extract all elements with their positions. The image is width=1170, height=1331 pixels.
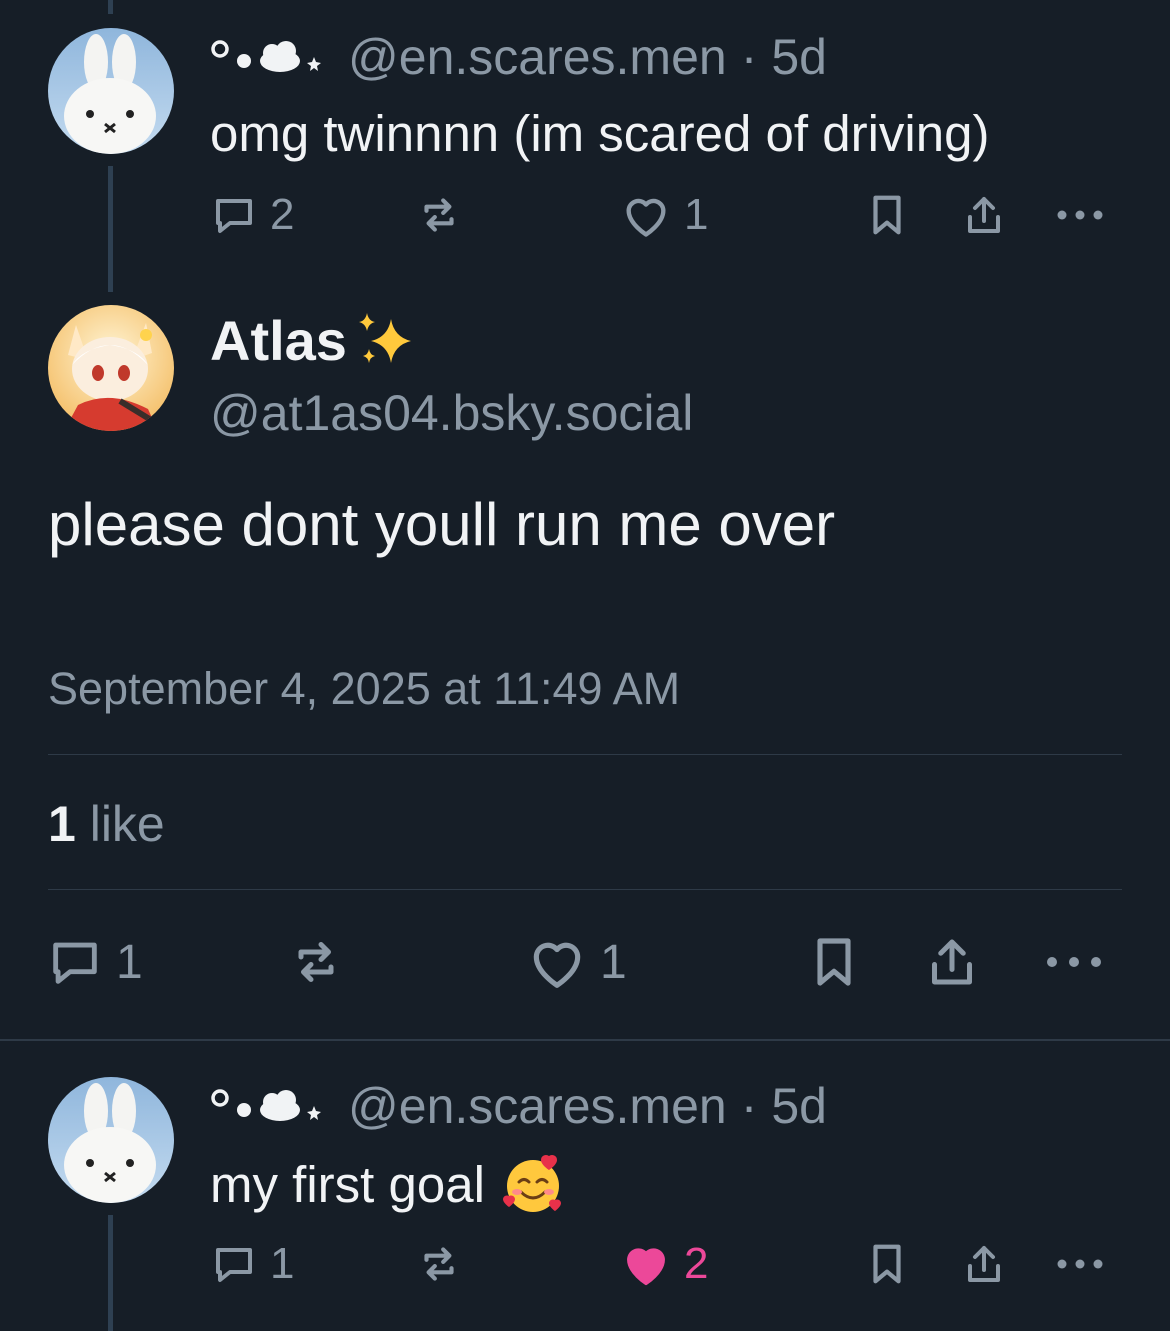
comment-count: 1: [116, 935, 143, 989]
ellipsis-icon: [1047, 957, 1101, 967]
more-options-button[interactable]: [1056, 180, 1104, 250]
more-options-button[interactable]: [1044, 927, 1104, 997]
share-button[interactable]: [922, 927, 982, 997]
comment-icon: [216, 1248, 252, 1282]
repost-button[interactable]: [414, 180, 476, 250]
comment-icon: [216, 199, 252, 233]
reply-bottom-actions: 1 2: [0, 1229, 1170, 1299]
likes-summary-label: like: [89, 796, 165, 852]
bookmark-icon: [817, 938, 851, 986]
reply-age[interactable]: 5d: [771, 1077, 827, 1135]
comment-count: 2: [270, 190, 295, 239]
avatar-en-scares-men[interactable]: [48, 28, 174, 154]
author-handle[interactable]: @at1as04.bsky.social: [210, 384, 693, 442]
comment-icon: [53, 942, 97, 984]
cloud-symbol-name-icon: [211, 1089, 321, 1121]
comment-count: 1: [270, 1239, 295, 1288]
post-timestamp[interactable]: September 4, 2025 at 11:49 AM: [48, 663, 680, 715]
heart-outline-icon: [533, 942, 581, 988]
share-icon: [968, 197, 1000, 233]
avatar-atlas[interactable]: [48, 305, 174, 431]
cloud-symbol-name-icon: [211, 40, 321, 72]
author-display-name[interactable]: Atlas: [210, 308, 347, 373]
ellipsis-icon: [1057, 1259, 1103, 1269]
divider: [48, 754, 1122, 755]
like-count: 2: [684, 1239, 709, 1288]
repost-button[interactable]: [286, 927, 358, 997]
anime-character-avatar-icon: [48, 305, 174, 431]
bookmark-button[interactable]: [864, 180, 910, 250]
repost-icon: [298, 942, 334, 982]
display-name-symbols[interactable]: [210, 1086, 322, 1126]
heart-outline-icon: [626, 198, 666, 237]
bookmark-button[interactable]: [806, 927, 862, 997]
share-icon: [932, 939, 972, 985]
reply-text: my first goal: [210, 1155, 485, 1213]
like-button[interactable]: 1: [526, 927, 627, 997]
reply-text: omg twinnnn (im scared of driving): [210, 105, 990, 162]
repost-icon: [424, 1247, 454, 1281]
like-count: 1: [684, 190, 709, 239]
thread-line-top: [108, 0, 113, 14]
smiling-face-with-hearts-icon: [502, 1155, 561, 1212]
reply-handle[interactable]: @en.scares.men: [348, 28, 727, 86]
comment-button[interactable]: 1: [210, 1229, 294, 1299]
repost-icon: [424, 198, 454, 232]
comment-button[interactable]: 2: [210, 180, 294, 250]
like-count: 1: [600, 935, 627, 989]
post-text: please dont youll run me over: [48, 491, 836, 558]
bookmark-icon: [873, 195, 901, 235]
separator-dot: ·: [740, 1078, 758, 1134]
likes-summary[interactable]: 1 like: [48, 795, 165, 853]
bookmark-button[interactable]: [864, 1229, 910, 1299]
sparkles-icon: [358, 312, 411, 363]
section-divider: [0, 1039, 1170, 1041]
avatar-en-scares-men[interactable]: [48, 1077, 174, 1203]
comment-button[interactable]: 1: [46, 927, 143, 997]
share-button[interactable]: [960, 180, 1008, 250]
share-icon: [968, 1246, 1000, 1282]
heart-filled-icon: [627, 1248, 665, 1286]
divider: [48, 889, 1122, 890]
reply-top-actions: 2 1: [0, 180, 1170, 250]
ellipsis-icon: [1057, 210, 1103, 220]
reply-age[interactable]: 5d: [771, 28, 827, 86]
more-options-button[interactable]: [1056, 1229, 1104, 1299]
display-name-symbols[interactable]: [210, 37, 322, 77]
share-button[interactable]: [960, 1229, 1008, 1299]
separator-dot: ·: [740, 29, 758, 85]
like-button[interactable]: 1: [620, 180, 708, 250]
reply-handle[interactable]: @en.scares.men: [348, 1077, 727, 1135]
main-post-actions: 1 1: [0, 927, 1170, 997]
repost-button[interactable]: [414, 1229, 476, 1299]
bunny-avatar-icon: [48, 1077, 174, 1203]
likes-summary-count: 1: [48, 796, 76, 852]
bunny-avatar-icon: [48, 28, 174, 154]
bookmark-icon: [873, 1244, 901, 1284]
like-button-active[interactable]: 2: [620, 1229, 708, 1299]
